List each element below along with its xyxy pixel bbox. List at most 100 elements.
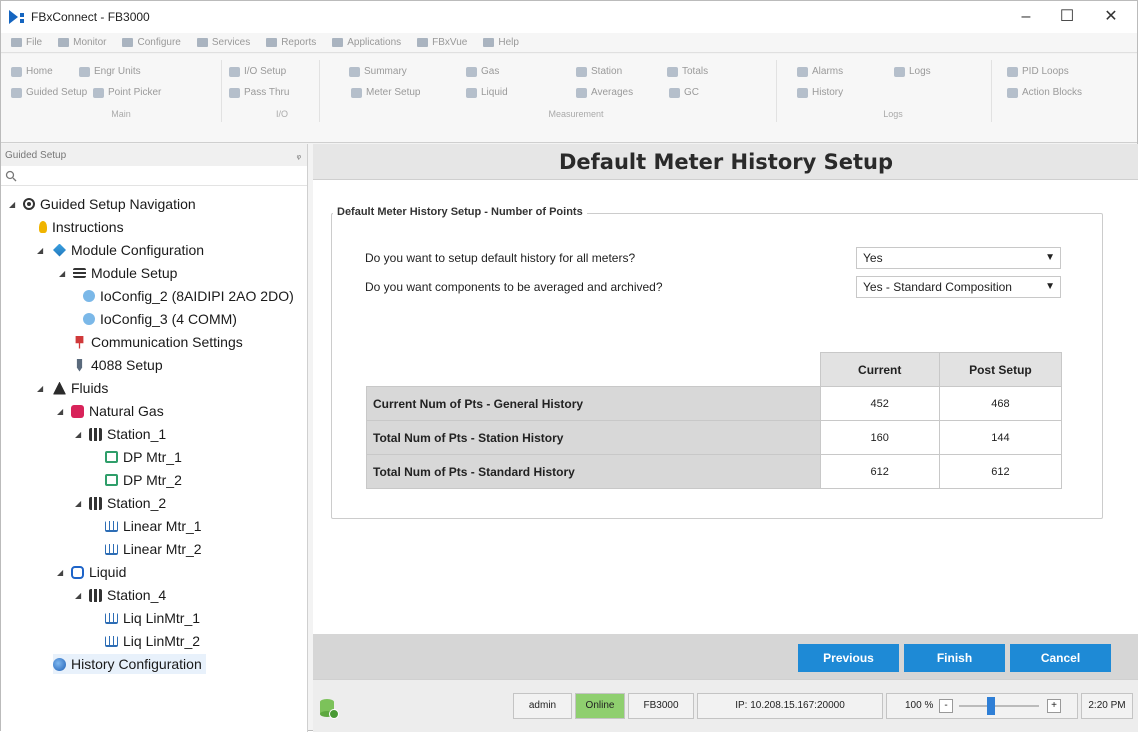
station-icon <box>89 588 102 602</box>
ribbon-point-picker[interactable]: Point Picker <box>93 87 161 98</box>
tree-item-module-setup[interactable]: ◢ Module Setup <box>59 263 177 283</box>
io-module-icon <box>83 313 95 325</box>
button-bar: Previous Finish Cancel <box>313 634 1138 679</box>
tree-item-liq-linmtr-1[interactable]: Liq LinMtr_1 <box>105 608 200 628</box>
zoom-slider-thumb[interactable] <box>987 697 995 715</box>
collapse-arrow-icon[interactable]: ◢ <box>75 499 81 508</box>
close-button[interactable]: ✕ <box>1091 5 1131 29</box>
menu-help[interactable]: Help <box>483 37 519 48</box>
finish-button[interactable]: Finish <box>904 644 1005 672</box>
ribbon-alarms[interactable]: Alarms <box>797 66 843 77</box>
status-online-badge: Online <box>575 693 625 719</box>
tree-item-station-4[interactable]: ◢ Station_4 <box>75 585 166 605</box>
menu-reports[interactable]: Reports <box>266 37 316 48</box>
ribbon-action-blocks[interactable]: Action Blocks <box>1007 87 1082 98</box>
tree-item-natural-gas[interactable]: ◢ Natural Gas <box>57 401 164 421</box>
collapse-arrow-icon[interactable]: ◢ <box>75 591 81 600</box>
previous-button[interactable]: Previous <box>798 644 899 672</box>
menu-fbxvue[interactable]: FBxVue <box>417 37 467 48</box>
panel-search[interactable] <box>1 166 307 186</box>
ribbon-history[interactable]: History <box>797 87 843 98</box>
tree-item-history-config[interactable]: History Configuration <box>53 654 206 674</box>
collapse-arrow-icon[interactable]: ◢ <box>57 407 63 416</box>
collapse-arrow-icon[interactable]: ◢ <box>37 246 43 255</box>
menu-services[interactable]: Services <box>196 37 250 48</box>
tree-item-liquid[interactable]: ◢ Liquid <box>57 562 126 582</box>
default-history-select[interactable]: Yes ▼ <box>856 247 1061 269</box>
liquid-icon <box>71 565 84 579</box>
ribbon-io-setup[interactable]: I/O Setup <box>229 66 286 77</box>
ribbon-pass-thru[interactable]: Pass Thru <box>229 87 289 98</box>
components-averaged-select[interactable]: Yes - Standard Composition ▼ <box>856 276 1061 298</box>
ribbon-pid-loops[interactable]: PID Loops <box>1007 66 1069 77</box>
applications-icon <box>332 38 344 47</box>
ribbon-home[interactable]: Home <box>11 66 53 77</box>
tree-item-module-config[interactable]: ◢ Module Configuration <box>37 240 204 260</box>
guided-setup-icon <box>11 87 22 98</box>
menu-bar: File Monitor Configure Services Reports … <box>1 33 1137 53</box>
question-default-history: Do you want to setup default history for… <box>365 251 636 265</box>
history-icon <box>797 87 808 98</box>
ribbon-liquid[interactable]: Liquid <box>466 87 508 98</box>
collapse-arrow-icon[interactable]: ◢ <box>57 568 63 577</box>
menu-monitor[interactable]: Monitor <box>58 37 106 48</box>
help-icon <box>483 38 495 47</box>
home-icon <box>11 66 22 77</box>
fbxvue-icon <box>417 38 429 47</box>
collapse-arrow-icon[interactable]: ◢ <box>37 384 43 393</box>
pin-icon[interactable]: ᵩ <box>297 150 301 161</box>
zoom-level: 100 % <box>905 700 934 711</box>
tree-item-instructions[interactable]: Instructions <box>39 217 124 237</box>
ribbon-averages[interactable]: Averages <box>576 87 633 98</box>
gas-icon <box>466 66 477 77</box>
menu-applications[interactable]: Applications <box>332 37 401 48</box>
ribbon-station[interactable]: Station <box>576 66 622 77</box>
tree-item-dp-mtr-2[interactable]: DP Mtr_2 <box>105 470 182 490</box>
dropdown-arrow-icon: ▼ <box>1045 252 1055 263</box>
check-icon <box>229 87 240 98</box>
tree-item-linear-mtr-2[interactable]: Linear Mtr_2 <box>105 539 202 559</box>
collapse-arrow-icon[interactable]: ◢ <box>75 430 81 439</box>
tree-item-liq-linmtr-2[interactable]: Liq LinMtr_2 <box>105 631 200 651</box>
tree-item-station-2[interactable]: ◢ Station_2 <box>75 493 166 513</box>
status-user: admin <box>513 693 572 719</box>
menu-file[interactable]: File <box>11 37 42 48</box>
pid-icon <box>1007 66 1018 77</box>
ribbon-separator <box>776 60 777 122</box>
tree-item-ioconfig-2[interactable]: IoConfig_2 (8AIDIPI 2AO 2DO) <box>83 286 294 306</box>
tree-item-station-1[interactable]: ◢ Station_1 <box>75 424 166 444</box>
zoom-in-button[interactable]: + <box>1047 699 1061 713</box>
ribbon-totals[interactable]: Totals <box>667 66 708 77</box>
cell-post-setup: 612 <box>938 454 1063 489</box>
collapse-arrow-icon[interactable]: ◢ <box>59 269 65 278</box>
tree-item-fluids[interactable]: ◢ Fluids <box>37 378 108 398</box>
cell-current: 160 <box>819 420 940 455</box>
minimize-button[interactable]: – <box>1006 5 1046 29</box>
ribbon-gc[interactable]: GC <box>669 87 699 98</box>
ribbon-summary[interactable]: Summary <box>349 66 407 77</box>
collapse-arrow-icon[interactable]: ◢ <box>9 200 15 209</box>
tree-item-4088-setup[interactable]: 4088 Setup <box>73 355 163 375</box>
action-blocks-icon <box>1007 87 1018 98</box>
ribbon-engr-units[interactable]: Engr Units <box>79 66 141 77</box>
tree-item-ioconfig-3[interactable]: IoConfig_3 (4 COMM) <box>83 309 237 329</box>
tree-item-linear-mtr-1[interactable]: Linear Mtr_1 <box>105 516 202 536</box>
menu-configure[interactable]: Configure <box>122 37 181 48</box>
cancel-button[interactable]: Cancel <box>1010 644 1111 672</box>
maximize-button[interactable]: ☐ <box>1047 5 1087 29</box>
main-content: Default Meter History Setup Default Mete… <box>313 144 1138 732</box>
average-icon <box>576 87 587 98</box>
zoom-out-button[interactable]: - <box>939 699 953 713</box>
zoom-slider-track[interactable] <box>959 705 1039 707</box>
ribbon-meter-setup[interactable]: Meter Setup <box>351 87 420 98</box>
ribbon-separator <box>991 60 992 122</box>
ribbon-gas[interactable]: Gas <box>466 66 499 77</box>
table-row: Current Num of Pts - General History 452… <box>366 386 1063 421</box>
configure-icon <box>122 38 134 47</box>
tree-item-dp-mtr-1[interactable]: DP Mtr_1 <box>105 447 182 467</box>
ribbon-guided-setup[interactable]: Guided Setup <box>11 87 87 98</box>
linear-meter-icon <box>105 520 118 532</box>
ribbon-logs[interactable]: Logs <box>894 66 931 77</box>
tree-item-comm-settings[interactable]: Communication Settings <box>73 332 243 352</box>
tree-item-nav[interactable]: ◢ Guided Setup Navigation <box>9 194 196 214</box>
